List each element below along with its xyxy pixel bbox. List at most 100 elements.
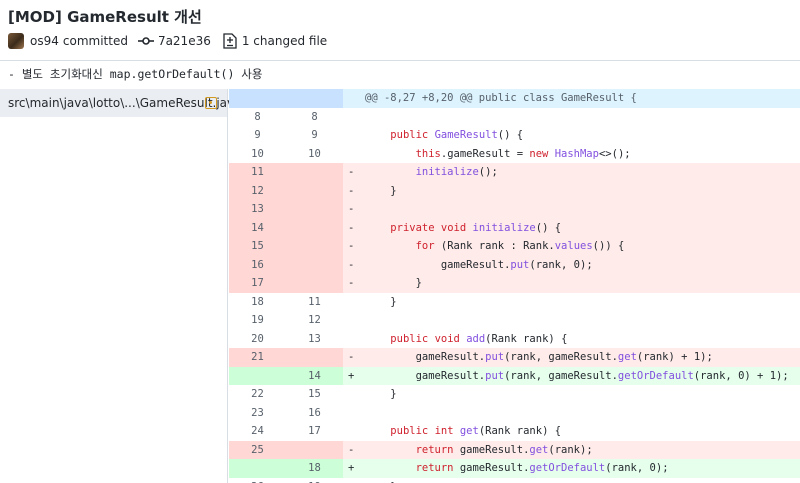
new-line-number[interactable]: 12 [286, 311, 343, 330]
old-line-number[interactable]: 17 [229, 274, 286, 293]
code-text: for (Rank rank : Rank.values()) { [415, 240, 625, 253]
new-line-number[interactable]: 13 [286, 330, 343, 349]
new-line-number[interactable]: 9 [286, 126, 343, 145]
diff-line-removed: 11 - initialize(); [229, 163, 800, 182]
diff-line-added: 14 + gameResult.put(rank, gameResult.getO… [229, 366, 800, 385]
diff-line-context: 22 15 } [229, 385, 800, 404]
diff-line-context: 19 12 [229, 311, 800, 330]
old-line-number[interactable]: 19 [229, 311, 286, 330]
diff-sign: + [348, 462, 355, 475]
new-line-number[interactable] [286, 255, 343, 274]
changed-files-count[interactable]: 1 changed file [242, 34, 327, 48]
old-line-number[interactable]: 13 [229, 200, 286, 219]
old-line-number[interactable]: 23 [229, 404, 286, 423]
diff-line-context: 18 11 } [229, 293, 800, 312]
diff-line-removed: 14 - private void initialize() { [229, 218, 800, 237]
new-line-number[interactable] [286, 200, 343, 219]
file-tree: src\main\java\lotto\...\GameResult.java [0, 89, 242, 483]
diff-line-removed: 17 - } [229, 274, 800, 293]
commit-icon [137, 37, 154, 45]
diff-line-removed: 21 - gameResult.put(rank, gameResult.get(… [229, 348, 800, 367]
old-line-number[interactable]: 9 [229, 126, 286, 145]
old-line-number[interactable]: 24 [229, 422, 286, 441]
new-line-number[interactable]: 16 [286, 404, 343, 423]
new-line-number[interactable]: 14 [286, 366, 343, 385]
diff-line-context: 2619 } [229, 478, 800, 483]
diff-line-removed: 12 - } [229, 181, 800, 200]
new-line-number[interactable]: 19 [286, 478, 343, 483]
old-line-number[interactable]: 22 [229, 385, 286, 404]
old-line-number[interactable]: 20 [229, 330, 286, 349]
code-text: public int get(Rank rank) { [390, 425, 562, 438]
commit-meta: os94 committed 7a21e36 1 changed file [8, 32, 335, 50]
diff-line-removed: 13 - [229, 200, 800, 219]
diff-line-context: 20 13 public void add(Rank rank) { [229, 330, 800, 349]
new-line-number[interactable] [286, 348, 343, 367]
diff-sign: - [348, 221, 355, 234]
diff-sign: - [348, 443, 355, 456]
commit-action: committed [62, 34, 128, 48]
new-line-number[interactable] [286, 163, 343, 182]
commit-message: - 별도 초기화대신 map.getOrDefault() 사용 [8, 67, 263, 81]
code-text: private void initialize() { [390, 221, 562, 234]
code-text: gameResult.put(rank, gameResult.get(rank… [415, 351, 713, 364]
old-line-number[interactable]: 12 [229, 181, 286, 200]
diff-line-context: 10 10 this.gameResult = new HashMap<>(); [229, 145, 800, 164]
old-line-number[interactable]: 26 [229, 478, 286, 483]
old-line-number[interactable]: 11 [229, 163, 286, 182]
old-line-number[interactable]: 15 [229, 237, 286, 256]
new-line-number[interactable] [286, 274, 343, 293]
old-line-number[interactable] [229, 459, 286, 478]
old-line-number[interactable] [229, 366, 286, 385]
commit-author[interactable]: os94 [30, 34, 59, 48]
old-line-number[interactable]: 18 [229, 293, 286, 312]
code-text: public void add(Rank rank) { [390, 332, 568, 345]
commit-sha[interactable]: 7a21e36 [158, 34, 211, 48]
diff-line-removed: 15 - for (Rank rank : Rank.values()) { [229, 237, 800, 256]
diff-sign: + [348, 369, 355, 382]
avatar[interactable] [8, 33, 24, 49]
diff-sign: - [348, 166, 355, 179]
new-line-number[interactable]: 18 [286, 459, 343, 478]
new-line-number[interactable]: 11 [286, 293, 343, 312]
old-line-number[interactable]: 8 [229, 108, 286, 127]
old-line-number[interactable]: 16 [229, 255, 286, 274]
diff-line-context: 88 [229, 108, 800, 127]
new-line-number[interactable] [286, 218, 343, 237]
diff-sign: - [348, 351, 355, 364]
code-text: gameResult.put(rank, gameResult.getOrDef… [415, 369, 789, 382]
new-line-number[interactable] [286, 181, 343, 200]
code-text: } [390, 295, 397, 308]
code-text: return gameResult.getOrDefault(rank, 0); [415, 462, 669, 475]
code-text: } [415, 277, 422, 290]
diff-sign: - [348, 203, 355, 216]
new-line-number[interactable] [286, 440, 343, 459]
commit-header: [MOD] GameResult 개선 os94 committed 7a21e… [0, 0, 800, 61]
hunk-header[interactable]: @@ -8,27 +8,20 @@ public class GameResul… [229, 89, 800, 108]
code-text: return gameResult.get(rank); [415, 443, 593, 456]
old-line-number[interactable]: 14 [229, 218, 286, 237]
file-diff-icon [223, 33, 237, 49]
new-line-number[interactable] [286, 237, 343, 256]
code-text: } [390, 388, 397, 401]
diff-line-removed: 25 - return gameResult.get(rank); [229, 440, 800, 459]
old-line-number[interactable]: 25 [229, 440, 286, 459]
file-tree-item[interactable]: src\main\java\lotto\...\GameResult.java [0, 89, 242, 117]
new-line-number[interactable]: 10 [286, 145, 343, 164]
diff-view: @@ -8,27 +8,20 @@ public class GameResul… [229, 89, 800, 483]
code-text: } [390, 184, 397, 197]
hunk-text: @@ -8,27 +8,20 @@ public class GameResul… [365, 92, 637, 105]
diff-lines: 8899 public GameResult() {10 10 this.game… [229, 108, 800, 483]
new-line-number[interactable]: 8 [286, 108, 343, 127]
diff-line-context: 99 public GameResult() { [229, 126, 800, 145]
diff-line-added: 18 + return gameResult.getOrDefault(rank,… [229, 459, 800, 478]
new-line-number[interactable]: 17 [286, 422, 343, 441]
diff-line-context: 24 17 public int get(Rank rank) { [229, 422, 800, 441]
new-line-number[interactable]: 15 [286, 385, 343, 404]
diff-line-context: 23 16 [229, 404, 800, 423]
old-line-number[interactable]: 10 [229, 145, 286, 164]
code-text: this.gameResult = new HashMap<>(); [415, 147, 631, 160]
diff-line-removed: 16 - gameResult.put(rank, 0); [229, 255, 800, 274]
diff-sign: - [348, 277, 355, 290]
old-line-number[interactable]: 21 [229, 348, 286, 367]
